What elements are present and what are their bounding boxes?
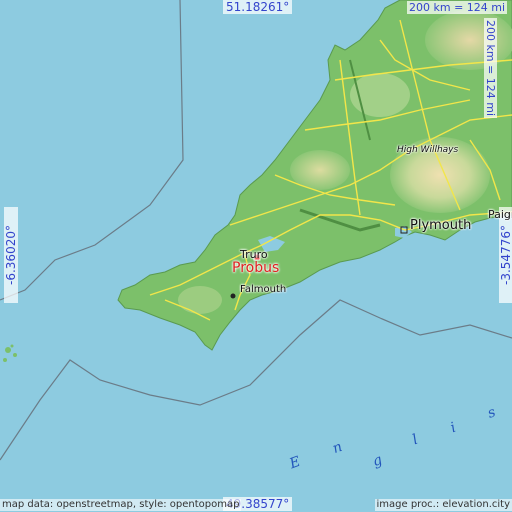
longitude-east-label: -3.54776° (499, 207, 512, 303)
scale-vertical-label: 200 km = 124 mi (484, 18, 497, 119)
longitude-west-label: -6.36020° (4, 207, 18, 303)
latitude-north-label: 51.18261° (223, 0, 293, 14)
place-paignton: Paign (488, 208, 512, 221)
scale-horizontal-label: 200 km = 124 mi (407, 1, 508, 14)
lizard-highland (178, 286, 222, 314)
credit-map-data: map data: openstreetmap, style: opentopo… (0, 499, 242, 511)
place-plymouth: Plymouth (410, 218, 472, 233)
place-high-willhays: High Willhays (397, 145, 459, 155)
place-falmouth: Falmouth (240, 284, 287, 295)
falmouth-marker (230, 293, 236, 299)
credit-image-proc: image proc.: elevation.city (374, 499, 512, 511)
map-canvas[interactable]: 51.18261° 49.38577° -6.36020° -3.54776° … (0, 0, 512, 512)
place-probus: Probus (232, 260, 280, 276)
